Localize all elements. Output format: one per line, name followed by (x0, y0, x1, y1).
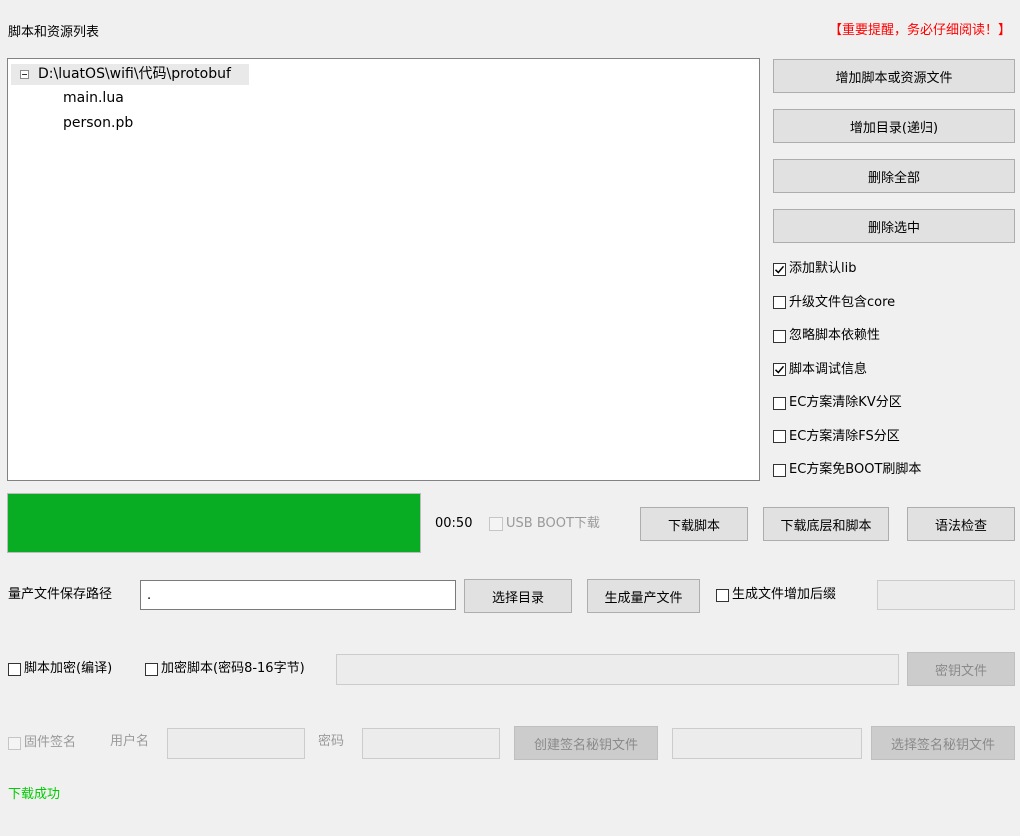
suffix-input[interactable] (877, 580, 1015, 610)
checkbox-box (489, 517, 503, 531)
delete-all-button[interactable]: 删除全部 (773, 159, 1015, 193)
choose-sign-key-button[interactable]: 选择签名秘钥文件 (871, 726, 1015, 760)
key-file-button[interactable]: 密钥文件 (907, 652, 1015, 686)
option-label: EC方案清除KV分区 (789, 395, 902, 410)
tree-root-row[interactable]: D:\luatOS\wifi\代码\protobuf (11, 64, 249, 85)
delete-selected-button[interactable]: 删除选中 (773, 209, 1015, 243)
elapsed-time: 00:50 (435, 516, 473, 531)
progress-fill (8, 494, 420, 552)
syntax-check-button[interactable]: 语法检查 (907, 507, 1015, 541)
add-suffix-checkbox[interactable]: 生成文件增加后缀 (716, 586, 836, 604)
production-path-input[interactable] (140, 580, 456, 610)
choose-directory-button[interactable]: 选择目录 (464, 579, 572, 613)
firmware-sign-checkbox[interactable]: 固件签名 (8, 734, 76, 752)
encryption-password-input[interactable] (336, 654, 899, 685)
create-sign-key-button[interactable]: 创建签名秘钥文件 (514, 726, 658, 760)
add-suffix-label: 生成文件增加后缀 (732, 587, 837, 602)
checkbox-box (773, 329, 786, 343)
checkbox-box (773, 430, 786, 443)
tree-item-main-lua[interactable]: main.lua (63, 88, 124, 108)
username-label: 用户名 (110, 734, 150, 749)
checkbox-box (716, 588, 729, 602)
password-label: 密码 (318, 734, 345, 749)
production-path-label: 量产文件保存路径 (8, 587, 113, 602)
checkbox-box (773, 296, 786, 309)
download-script-button[interactable]: 下载脚本 (640, 507, 748, 541)
option-checkbox-2[interactable]: 忽略脚本依赖性 (773, 327, 880, 345)
option-label: 忽略脚本依赖性 (789, 328, 881, 343)
file-list-title: 脚本和资源列表 (8, 25, 100, 40)
username-input[interactable] (167, 728, 305, 759)
checkbox-box (8, 736, 21, 750)
usb-boot-label: USB BOOT下载 (506, 516, 600, 531)
status-text: 下载成功 (8, 787, 61, 802)
firmware-sign-label: 固件签名 (24, 735, 77, 750)
add-file-button[interactable]: 增加脚本或资源文件 (773, 59, 1015, 93)
compile-encrypt-checkbox[interactable]: 脚本加密(编译) (8, 660, 112, 678)
option-label: EC方案清除FS分区 (789, 428, 900, 444)
usb-boot-checkbox[interactable]: USB BOOT下载 (489, 515, 600, 533)
option-label: 升级文件包含core (789, 294, 896, 310)
progress-bar (7, 493, 421, 553)
checkbox-checked-icon (773, 262, 786, 276)
checkbox-checked-icon (773, 363, 786, 376)
option-checkbox-4[interactable]: EC方案清除KV分区 (773, 394, 902, 412)
encrypt-script-checkbox[interactable]: 加密脚本(密码8-16字节) (145, 660, 305, 678)
tree-root-label: D:\luatOS\wifi\代码\protobuf (38, 66, 231, 82)
tree-item-person-pb[interactable]: person.pb (63, 113, 133, 133)
encrypt-script-label: 加密脚本(密码8-16字节) (161, 661, 305, 676)
option-checkbox-0[interactable]: 添加默认lib (773, 260, 856, 278)
option-checkbox-5[interactable]: EC方案清除FS分区 (773, 428, 900, 446)
option-label: EC方案免BOOT刷脚本 (789, 462, 922, 477)
checkbox-box (8, 662, 21, 676)
option-checkbox-1[interactable]: 升级文件包含core (773, 294, 895, 312)
collapse-icon[interactable] (20, 70, 29, 79)
add-directory-button[interactable]: 增加目录(递归) (773, 109, 1015, 143)
password-input[interactable] (362, 728, 500, 759)
important-warning-link[interactable]: 【重要提醒，务必仔细阅读！】 (829, 22, 1011, 40)
file-tree[interactable]: D:\luatOS\wifi\代码\protobuf main.lua pers… (7, 58, 760, 481)
option-label: 脚本调试信息 (789, 361, 868, 377)
option-checkbox-6[interactable]: EC方案免BOOT刷脚本 (773, 461, 921, 479)
checkbox-box (773, 463, 786, 477)
sign-key-path-input[interactable] (672, 728, 862, 759)
compile-encrypt-label: 脚本加密(编译) (24, 661, 113, 676)
option-label: 添加默认lib (789, 261, 857, 276)
option-checkbox-3[interactable]: 脚本调试信息 (773, 361, 867, 379)
download-core-and-script-button[interactable]: 下载底层和脚本 (763, 507, 889, 541)
checkbox-box (773, 396, 786, 410)
checkbox-box (145, 662, 158, 676)
generate-production-file-button[interactable]: 生成量产文件 (587, 579, 700, 613)
